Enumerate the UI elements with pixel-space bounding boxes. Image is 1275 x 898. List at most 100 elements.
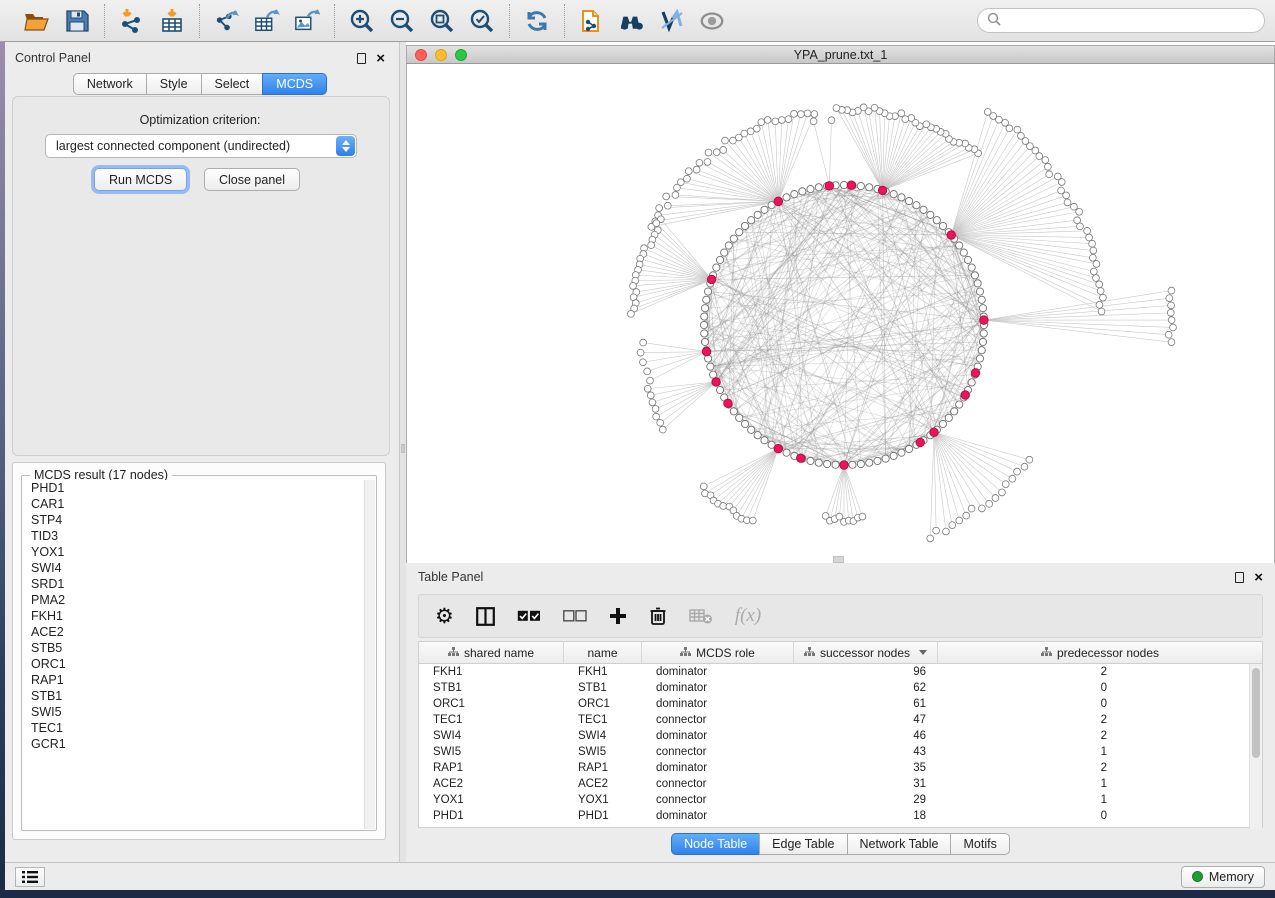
list-item[interactable]: PHD1 <box>23 480 364 496</box>
gear-icon[interactable]: ⚙ <box>435 604 454 628</box>
open-file-icon[interactable] <box>24 8 50 34</box>
list-item[interactable]: STB5 <box>23 640 364 656</box>
mcds-result-list[interactable]: PHD1CAR1STP4TID3YOX1SWI4SRD1PMA2FKH1ACE2… <box>23 480 364 829</box>
status-bar: Memory <box>5 862 1275 890</box>
table-scrollbar-thumb[interactable] <box>1252 668 1260 758</box>
zoom-fit-icon[interactable] <box>429 8 455 34</box>
table-row[interactable]: RAP1RAP1dominator352 <box>419 760 1262 776</box>
table-cell: 96 <box>794 666 938 678</box>
run-mcds-button[interactable]: Run MCDS <box>94 168 187 191</box>
list-item[interactable]: STB1 <box>23 688 364 704</box>
zoom-in-icon[interactable] <box>349 8 375 34</box>
table-row[interactable]: ORC1ORC1dominator610 <box>419 696 1262 712</box>
zoom-selected-icon[interactable] <box>469 8 495 34</box>
table-cell: 47 <box>794 714 938 726</box>
list-item[interactable]: PMA2 <box>23 592 364 608</box>
table-row[interactable]: PHD1PHD1dominator180 <box>419 808 1262 824</box>
optimization-criterion-select[interactable]: largest connected component (undirected) <box>45 134 357 158</box>
tab-style[interactable]: Style <box>146 73 201 95</box>
list-item[interactable]: TID3 <box>23 528 364 544</box>
table-row[interactable]: STB1STB1dominator620 <box>419 680 1262 696</box>
column-header-predecessor-nodes[interactable]: predecessor nodes <box>938 642 1262 663</box>
list-item[interactable]: FKH1 <box>23 608 364 624</box>
list-item[interactable]: YOX1 <box>23 544 364 560</box>
hide-unhide-icon[interactable] <box>659 8 685 34</box>
table-cell: PHD1 <box>564 810 642 822</box>
network-graph[interactable] <box>407 64 1274 561</box>
table-cell: dominator <box>642 666 794 678</box>
delete-table-icon <box>689 604 713 628</box>
sort-indicator-icon <box>919 650 927 655</box>
vertical-splitter-handle[interactable] <box>401 444 405 453</box>
deselect-all-icon[interactable] <box>563 604 587 628</box>
table-cell: dominator <box>642 810 794 822</box>
tab-mcds[interactable]: MCDS <box>262 73 327 95</box>
refresh-layout-icon[interactable] <box>524 8 550 34</box>
delete-column-icon[interactable] <box>649 604 667 628</box>
tab-node-table[interactable]: Node Table <box>671 833 759 855</box>
table-cell: 1 <box>938 778 1119 790</box>
table-cell: 0 <box>938 682 1119 694</box>
tab-select[interactable]: Select <box>201 73 263 95</box>
list-item[interactable]: ORC1 <box>23 656 364 672</box>
search-icon <box>987 12 1001 29</box>
network-window-titlebar[interactable]: YPA_prune.txt_1 <box>406 45 1275 64</box>
select-all-icon[interactable] <box>517 604 541 628</box>
hierarchy-icon <box>1041 646 1052 660</box>
export-image-icon[interactable] <box>294 8 320 34</box>
tab-motifs[interactable]: Motifs <box>950 833 1009 855</box>
table-scrollbar[interactable] <box>1249 664 1262 829</box>
close-panel-button[interactable]: Close panel <box>204 168 300 191</box>
zoom-out-icon[interactable] <box>389 8 415 34</box>
hierarchy-icon <box>680 646 691 660</box>
table-row[interactable]: YOX1YOX1connector291 <box>419 792 1262 808</box>
import-table-icon[interactable] <box>159 8 185 34</box>
network-canvas[interactable] <box>406 64 1275 563</box>
list-item[interactable]: TEC1 <box>23 720 364 736</box>
table-cell: 18 <box>794 810 938 822</box>
table-row[interactable]: FKH1FKH1dominator962 <box>419 664 1262 680</box>
tab-network[interactable]: Network <box>73 73 146 95</box>
table-row[interactable]: SWI4SWI4dominator462 <box>419 728 1262 744</box>
binoculars-icon[interactable] <box>619 8 645 34</box>
list-item[interactable]: STP4 <box>23 512 364 528</box>
search-input[interactable] <box>977 8 1265 33</box>
column-header-name[interactable]: name <box>564 642 642 663</box>
table-header-row: shared namenameMCDS rolesuccessor nodesp… <box>419 642 1262 664</box>
close-panel-icon[interactable]: × <box>376 53 385 64</box>
export-table-icon[interactable] <box>254 8 280 34</box>
network-window-title: YPA_prune.txt_1 <box>407 48 1274 62</box>
export-network-icon[interactable] <box>214 8 240 34</box>
column-header-successor-nodes[interactable]: successor nodes <box>794 642 938 663</box>
table-row[interactable]: SWI5SWI5connector431 <box>419 744 1262 760</box>
table-row[interactable]: TEC1TEC1connector472 <box>419 712 1262 728</box>
tab-network-table[interactable]: Network Table <box>847 833 951 855</box>
table-cell: 46 <box>794 730 938 742</box>
table-row[interactable]: ACE2ACE2connector311 <box>419 776 1262 792</box>
table-cell: 0 <box>938 810 1119 822</box>
control-panel-tabs: NetworkStyleSelectMCDS <box>5 73 395 95</box>
list-item[interactable]: CAR1 <box>23 496 364 512</box>
list-item[interactable]: SWI4 <box>23 560 364 576</box>
column-chooser-icon[interactable] <box>476 604 495 628</box>
table-cell: FKH1 <box>564 666 642 678</box>
tab-edge-table[interactable]: Edge Table <box>759 833 846 855</box>
horizontal-splitter-handle[interactable] <box>833 556 844 563</box>
list-item[interactable]: ACE2 <box>23 624 364 640</box>
table-float-panel-icon[interactable] <box>1235 572 1244 583</box>
save-session-icon[interactable] <box>64 8 90 34</box>
task-history-button[interactable] <box>15 867 45 887</box>
memory-button[interactable]: Memory <box>1181 866 1265 888</box>
list-item[interactable]: SWI5 <box>23 704 364 720</box>
column-header-shared-name[interactable]: shared name <box>419 642 564 663</box>
table-close-panel-icon[interactable]: × <box>1254 572 1263 583</box>
network-from-file-icon[interactable] <box>579 8 605 34</box>
list-item[interactable]: RAP1 <box>23 672 364 688</box>
add-column-icon[interactable] <box>609 604 627 628</box>
float-panel-icon[interactable] <box>357 53 366 64</box>
import-network-icon[interactable] <box>119 8 145 34</box>
list-item[interactable]: GCR1 <box>23 736 364 752</box>
list-item[interactable]: SRD1 <box>23 576 364 592</box>
mcds-list-scrollbar[interactable] <box>364 480 375 829</box>
column-header-MCDS-role[interactable]: MCDS role <box>642 642 794 663</box>
